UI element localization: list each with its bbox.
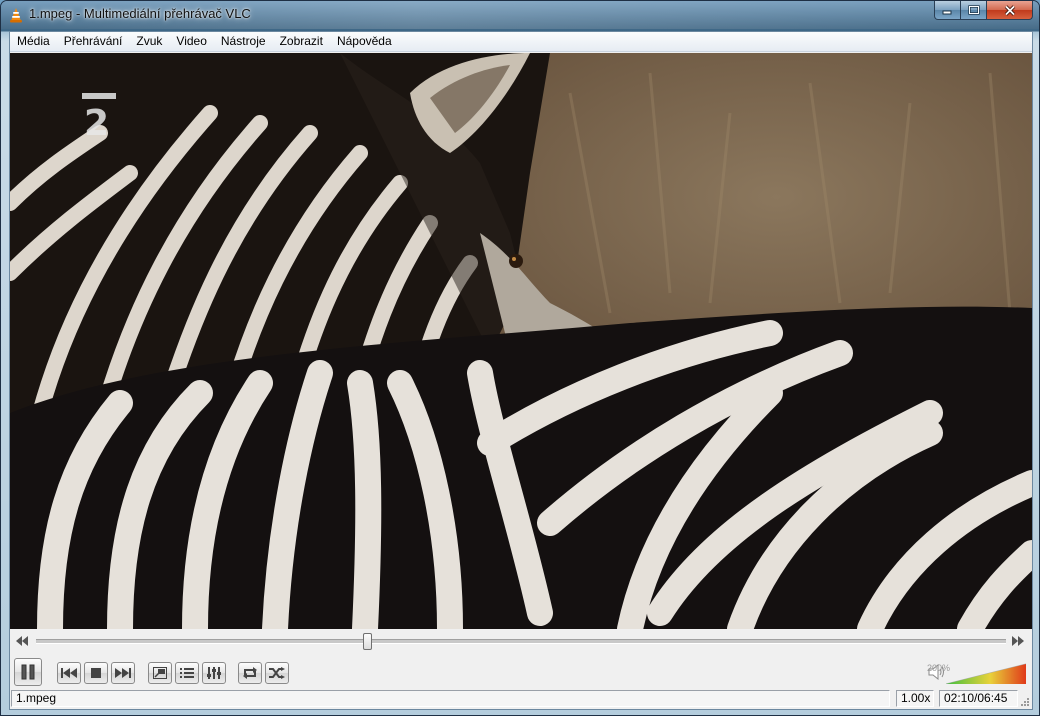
menu-bar: Média Přehrávání Zvuk Video Nástroje Zob… [10, 32, 1032, 52]
video-frame: 2 [10, 53, 1032, 629]
minimize-icon [942, 10, 952, 14]
extended-settings-button[interactable] [202, 662, 226, 684]
next-icon [115, 668, 131, 678]
menu-view[interactable]: Zobrazit [273, 32, 330, 51]
video-area[interactable]: 2 [10, 53, 1032, 629]
window-buttons [934, 1, 1033, 21]
menu-audio[interactable]: Zvuk [129, 32, 169, 51]
title-bar[interactable]: 1.mpeg - Multimediální přehrávač VLC [1, 1, 1039, 29]
fullscreen-button[interactable] [148, 662, 172, 684]
minimize-button[interactable] [934, 1, 961, 20]
window-title: 1.mpeg - Multimediální přehrávač VLC [29, 6, 251, 21]
rewind-icon[interactable] [14, 635, 30, 647]
shuffle-icon [269, 667, 285, 679]
status-time[interactable]: 02:10/06:45 [939, 690, 1018, 707]
menu-tools[interactable]: Nástroje [214, 32, 273, 51]
stop-icon [91, 668, 101, 678]
fast-forward-icon[interactable] [1010, 635, 1026, 647]
client-area: Média Přehrávání Zvuk Video Nástroje Zob… [9, 31, 1033, 710]
vlc-window: 1.mpeg - Multimediální přehrávač VLC Méd… [0, 0, 1040, 716]
status-filename: 1.mpeg [11, 690, 890, 707]
next-button[interactable] [111, 662, 135, 684]
previous-icon [61, 668, 77, 678]
controls-row: 200% [10, 654, 1032, 688]
pause-button[interactable] [14, 658, 42, 686]
loop-button[interactable] [238, 662, 262, 684]
menu-playback[interactable]: Přehrávání [57, 32, 130, 51]
resize-grip-icon[interactable] [1020, 697, 1030, 707]
status-bar: 1.mpeg 1.00x 02:10/06:45 [10, 689, 1032, 709]
extended-settings-icon [207, 667, 221, 679]
stop-button[interactable] [84, 662, 108, 684]
status-speed[interactable]: 1.00x [896, 690, 934, 707]
shuffle-button[interactable] [265, 662, 289, 684]
loop-icon [243, 667, 257, 679]
playlist-button[interactable] [175, 662, 199, 684]
previous-button[interactable] [57, 662, 81, 684]
close-button[interactable] [987, 1, 1033, 20]
menu-video[interactable]: Video [169, 32, 213, 51]
vlc-cone-icon [10, 8, 22, 23]
svg-text:2: 2 [84, 103, 109, 144]
seek-handle[interactable] [362, 633, 372, 650]
seek-row [10, 630, 1032, 652]
close-icon [1004, 4, 1015, 16]
menu-help[interactable]: Nápověda [330, 32, 399, 51]
seek-slider[interactable] [36, 633, 1006, 650]
maximize-icon [967, 5, 980, 15]
volume-fill [946, 664, 1026, 684]
volume-slider[interactable] [946, 662, 1026, 684]
playlist-icon [180, 668, 194, 678]
pause-icon [21, 664, 35, 680]
fullscreen-icon [153, 667, 167, 679]
menu-media[interactable]: Média [10, 32, 57, 51]
maximize-button[interactable] [961, 1, 987, 20]
